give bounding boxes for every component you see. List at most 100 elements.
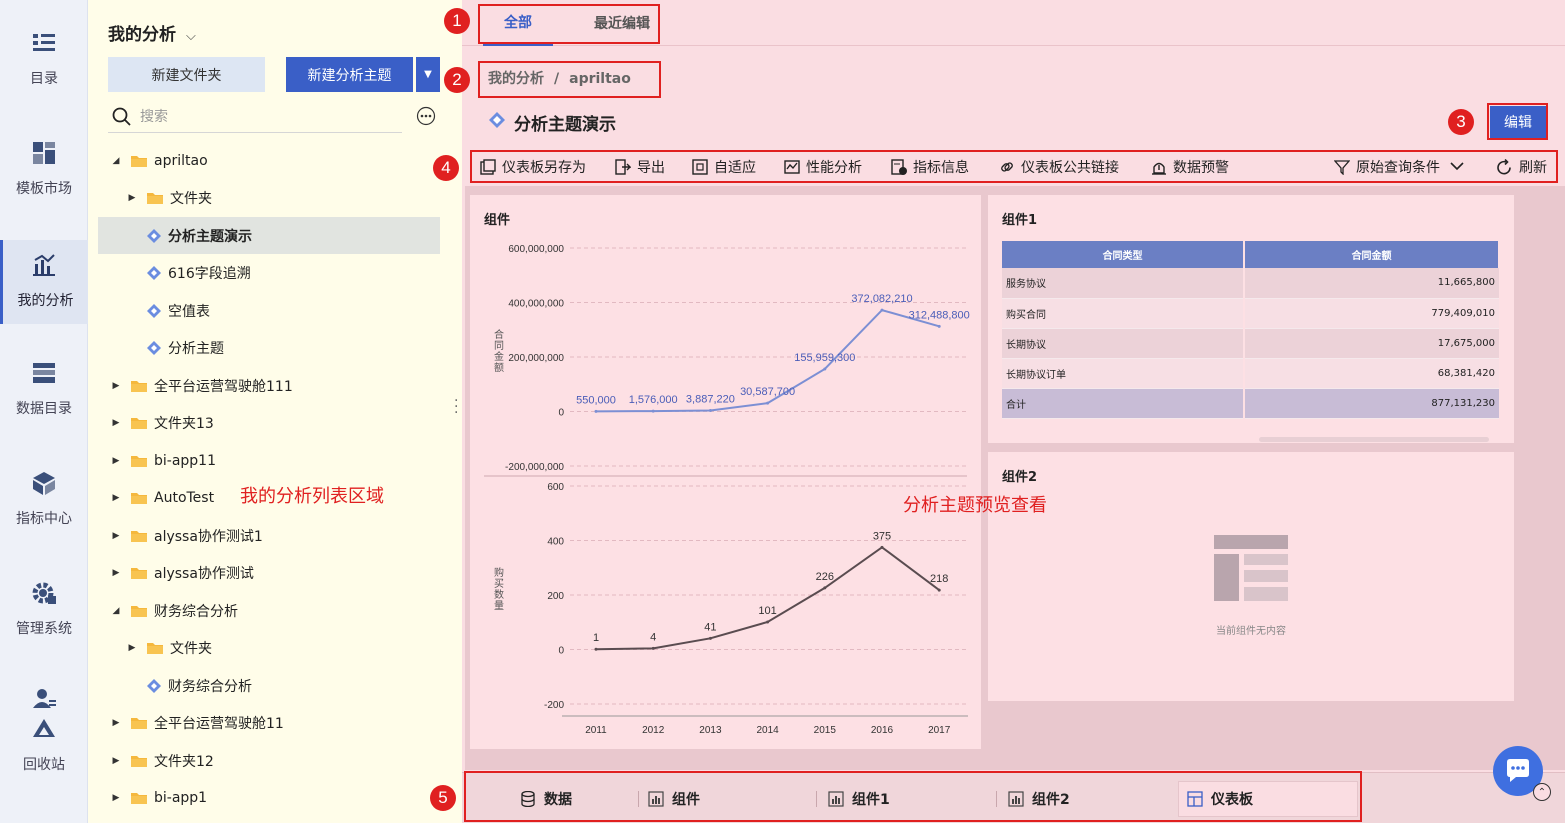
- tree-folder[interactable]: ◢ apriltao: [98, 142, 440, 179]
- bottom-tab-widget2[interactable]: 组件2: [1008, 781, 1168, 817]
- caret-down-icon[interactable]: ◢: [110, 156, 122, 166]
- subject-title-text: 分析主题演示: [514, 115, 616, 135]
- tree-folder[interactable]: ▶ alyssa协作测试1: [98, 517, 440, 554]
- caret-right-icon[interactable]: ▶: [126, 193, 138, 203]
- bottom-tab-widget[interactable]: 组件: [648, 781, 808, 817]
- tree-folder[interactable]: ▶ 文件夹: [98, 180, 440, 217]
- fit-screen-button[interactable]: 自适应: [692, 152, 756, 182]
- caret-right-icon[interactable]: ▶: [110, 493, 122, 503]
- bottom-tab-data[interactable]: 数据: [520, 781, 640, 817]
- caret-right-icon[interactable]: ▶: [110, 381, 122, 391]
- caret-right-icon[interactable]: ▶: [110, 756, 122, 766]
- public-link-button[interactable]: 仪表板公共链接: [999, 152, 1119, 182]
- save-as-button[interactable]: 仪表板另存为: [480, 152, 586, 182]
- collapse-up-icon[interactable]: ⌃: [1533, 783, 1551, 801]
- tab-recent-edit[interactable]: 最近编辑: [578, 0, 666, 46]
- table-cell: 合计: [1002, 388, 1246, 419]
- tree-item-label: 文件夹13: [154, 416, 214, 432]
- table-cell: 长期协议: [1002, 328, 1246, 359]
- export-button[interactable]: 导出: [615, 152, 665, 182]
- caret-right-icon[interactable]: ▶: [110, 456, 122, 466]
- caret-right-icon[interactable]: ▶: [110, 793, 122, 803]
- table-cell: 长期协议订单: [1002, 358, 1246, 389]
- nav-item-template-market[interactable]: 模板市场: [0, 110, 88, 210]
- caret-right-icon[interactable]: ▶: [126, 643, 138, 653]
- bottom-tab-dashboard[interactable]: 仪表板: [1178, 781, 1358, 817]
- column-header: 合同金额: [1244, 241, 1500, 268]
- caret-down-icon[interactable]: ◢: [110, 606, 122, 616]
- folder-icon: [130, 416, 148, 430]
- caret-right-icon[interactable]: ▶: [110, 718, 122, 728]
- tree-folder[interactable]: ▶ 全平台运营驾驶舱111: [98, 367, 440, 404]
- tree-subject[interactable]: 分析主题: [98, 330, 440, 367]
- y-tick-label: 200,000,000: [508, 353, 564, 364]
- new-subject-button[interactable]: 新建分析主题: [286, 57, 413, 92]
- x-tick-label: 2013: [699, 725, 722, 736]
- nav-item-recycle-bin[interactable]: 回收站: [0, 660, 88, 800]
- tree-folder[interactable]: ◢ 财务综合分析: [98, 592, 440, 629]
- empty-widget[interactable]: 组件2 当前组件无内容: [988, 452, 1514, 701]
- new-subject-dropdown-button[interactable]: ▼: [416, 57, 440, 92]
- caret-right-icon[interactable]: ▶: [110, 531, 122, 541]
- table-row: 购买合同 779,409,010: [1002, 298, 1499, 329]
- bottom-tab-widget1[interactable]: 组件1: [828, 781, 988, 817]
- folder-icon: [130, 566, 148, 580]
- y-tick-label: -200,000,000: [505, 462, 564, 473]
- caret-right-icon[interactable]: ▶: [110, 418, 122, 428]
- nav-item-my-analysis[interactable]: 我的分析: [0, 240, 88, 324]
- annotation-badge-4: 4: [433, 155, 459, 181]
- series-line: [595, 546, 940, 651]
- data-label: 550,000: [576, 394, 616, 406]
- search-input[interactable]: [140, 106, 390, 128]
- breadcrumb-root[interactable]: 我的分析: [488, 71, 544, 87]
- new-folder-button[interactable]: 新建文件夹: [108, 57, 265, 92]
- tree-folder[interactable]: ▶ alyssa协作测试: [98, 555, 440, 592]
- data-point: [708, 408, 712, 412]
- data-alert-button[interactable]: 数据预警: [1151, 152, 1229, 182]
- tree-folder[interactable]: ▶ bi-app11: [98, 442, 440, 479]
- nav-item-admin-system[interactable]: 管理系统: [0, 550, 88, 650]
- tree-subject[interactable]: 空值表: [98, 292, 440, 329]
- performance-button[interactable]: 性能分析: [784, 152, 862, 182]
- y-tick-label: 200: [547, 591, 564, 602]
- tree-subject[interactable]: 财务综合分析: [98, 667, 440, 704]
- data-point: [766, 401, 770, 405]
- chart-bar-icon: [828, 791, 844, 807]
- subject-title: 分析主题演示: [488, 110, 616, 135]
- nav-item-data-catalog[interactable]: 数据目录: [0, 330, 88, 430]
- tree-subject[interactable]: 616字段追溯: [98, 255, 440, 292]
- data-label: 1,576,000: [629, 394, 678, 406]
- bottom-tab-bar: 数据 组件 组件1 组件2 仪表板: [462, 772, 1565, 823]
- query-conditions-dropdown[interactable]: 原始查询条件: [1334, 152, 1464, 182]
- tree-folder[interactable]: ▶ 文件夹: [98, 630, 440, 667]
- empty-content-icon: [1214, 535, 1288, 601]
- tree-item-label: 文件夹12: [154, 753, 214, 770]
- nav-label: 管理系统: [16, 621, 72, 637]
- table-scrollbar[interactable]: [1259, 437, 1489, 442]
- edit-button[interactable]: 编辑: [1490, 106, 1546, 138]
- caret-right-icon[interactable]: ▶: [110, 568, 122, 578]
- tree-subject[interactable]: 分析主题演示: [98, 217, 440, 254]
- tree-folder[interactable]: ▶ 全平台运营驾驶舱11: [98, 705, 440, 742]
- resize-handle[interactable]: · · ·: [454, 394, 458, 420]
- nav-item-metrics-center[interactable]: 指标中心: [0, 440, 88, 540]
- panel-title[interactable]: 我的分析 ⌵: [108, 20, 196, 45]
- more-options-icon[interactable]: [416, 106, 436, 126]
- y-tick-label: 600,000,000: [508, 244, 564, 255]
- column-header: 合同类型: [1002, 241, 1246, 268]
- data-label: 3,887,220: [686, 393, 735, 405]
- table-cell: 877,131,230: [1244, 388, 1499, 419]
- refresh-button[interactable]: 刷新: [1496, 152, 1547, 182]
- tree-folder[interactable]: ▶ 文件夹12: [98, 742, 440, 779]
- data-label: 30,587,700: [740, 386, 795, 398]
- annotation-badge-5: 5: [430, 785, 456, 811]
- tab-all[interactable]: 全部: [483, 0, 553, 46]
- metric-info-button[interactable]: 指标信息: [891, 152, 969, 182]
- search-icon: [112, 107, 132, 131]
- breadcrumb: 我的分析 / apriltao: [488, 68, 631, 88]
- tree-folder[interactable]: ▶ 文件夹13: [98, 405, 440, 442]
- tree-folder[interactable]: ▶ bi-app1: [98, 780, 440, 817]
- y-tick-label: 0: [558, 408, 564, 419]
- nav-item-catalog[interactable]: 目录: [0, 0, 88, 100]
- chart-widget[interactable]: 组件 -200,000,000 0 200,000,000 400,000,000 60…: [470, 195, 981, 749]
